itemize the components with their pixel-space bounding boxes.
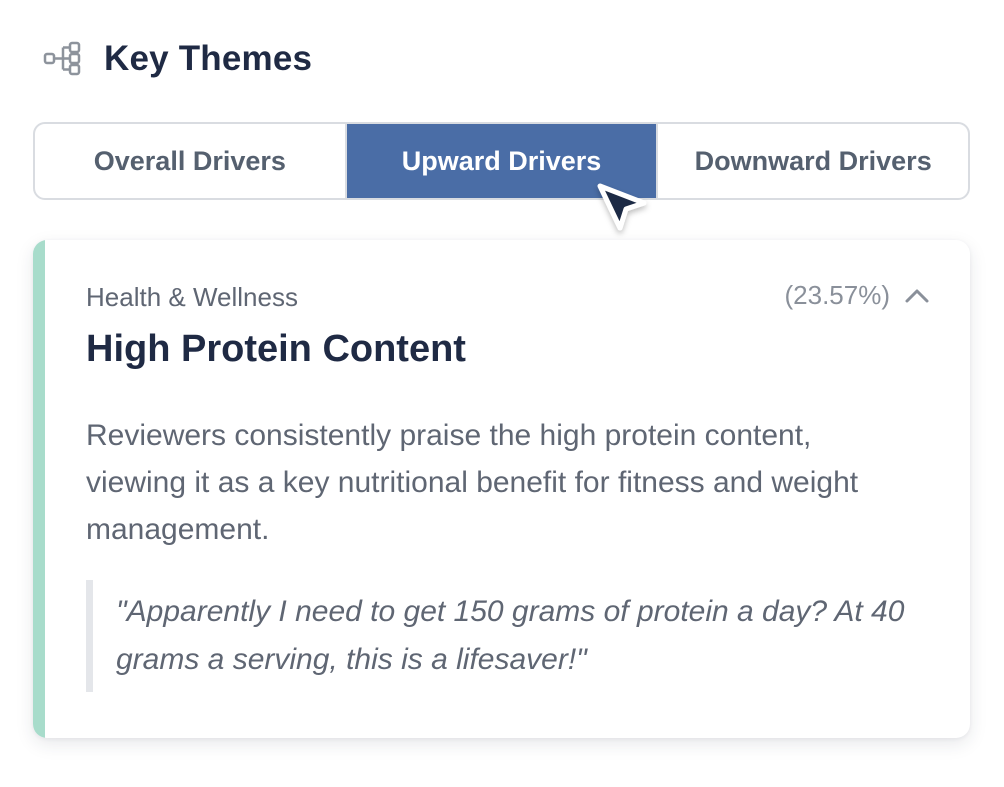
hierarchy-icon: [42, 37, 86, 81]
card-accent-bar: [33, 240, 45, 738]
chevron-up-icon[interactable]: [902, 281, 932, 311]
page-title: Key Themes: [104, 39, 313, 78]
tab-downward-drivers[interactable]: Downward Drivers: [656, 124, 968, 198]
theme-category: Health & Wellness: [86, 282, 298, 312]
driver-tabs: Overall Drivers Upward Drivers Downward …: [33, 122, 970, 200]
review-quote: "Apparently I need to get 150 grams of p…: [86, 580, 926, 692]
quote-bar: [86, 580, 93, 692]
theme-percentage: (23.57%): [784, 280, 891, 310]
theme-percentage-group: (23.57%): [785, 280, 933, 311]
section-header: Key Themes: [42, 34, 312, 84]
theme-title: High Protein Content: [86, 328, 466, 370]
quote-text: "Apparently I need to get 150 grams of p…: [116, 595, 905, 676]
mouse-cursor-icon: [592, 178, 652, 240]
theme-description: Reviewers consistently praise the high p…: [86, 419, 859, 546]
tab-overall-drivers[interactable]: Overall Drivers: [35, 124, 345, 198]
theme-card: Health & Wellness (23.57%) High Protein …: [33, 240, 970, 738]
